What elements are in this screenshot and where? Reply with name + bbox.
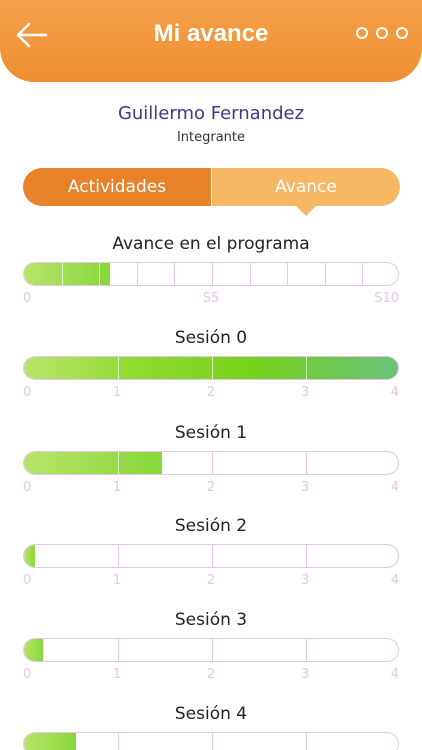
bar-tick: [118, 545, 119, 567]
bar-tick: [212, 733, 213, 750]
progress-fill: [24, 357, 398, 379]
scale-label: 0: [23, 667, 32, 682]
scale-label: 0: [23, 291, 32, 306]
section-title: Avance en el programa: [112, 234, 310, 254]
progress-bar: [23, 544, 399, 568]
scale-label: 2: [206, 480, 216, 495]
bar-tick: [212, 357, 213, 379]
scale-label: S5: [202, 291, 220, 306]
progress-bar: [23, 262, 399, 286]
progress-fill: [24, 452, 163, 474]
tab-bar: Actividades Avance: [23, 168, 400, 216]
bar-tick: [118, 357, 119, 379]
bar-tick: [306, 452, 307, 474]
bar-tick: [324, 263, 326, 285]
scale-label: 4: [390, 667, 399, 682]
user-role: Integrante: [176, 130, 246, 145]
scale-label: 3: [300, 667, 310, 682]
section-title: Sesión 0: [174, 328, 248, 348]
bar-tick: [212, 545, 213, 567]
bar-tick: [99, 263, 101, 285]
scale-label: 4: [390, 573, 399, 588]
app-header: Mi avance: [0, 0, 422, 82]
scale-label: S10: [374, 291, 399, 306]
bar-tick: [362, 263, 364, 285]
bar-tick: [174, 263, 176, 285]
progress-section: Sesión 2 0 1 2 3 4: [0, 516, 422, 588]
scale-label: 3: [300, 480, 310, 495]
bar-tick: [61, 263, 63, 285]
scale-label: 3: [300, 573, 310, 588]
scale-label: 3: [300, 385, 310, 400]
more-options-button[interactable]: [356, 27, 408, 41]
bar-tick: [306, 545, 307, 567]
scale-label: 1: [112, 385, 122, 400]
scale-label: 0: [23, 480, 32, 495]
bar-tick: [212, 639, 213, 661]
bar-tick: [306, 357, 307, 379]
bar-tick: [306, 733, 307, 750]
scale-label: 0: [23, 385, 32, 400]
more-dots-icon: [356, 27, 368, 39]
bar-tick: [287, 263, 289, 285]
scale-label: 4: [390, 480, 399, 495]
bar-tick: [118, 452, 119, 474]
bar-scale-labels: 0 1 2 3 4: [23, 385, 399, 401]
bar-scale-labels: 0 1 2 3 4: [23, 667, 399, 683]
section-title: Sesión 2: [174, 516, 248, 536]
progress-section: Sesión 401234: [0, 704, 422, 750]
progress-fill: [24, 639, 43, 661]
section-title: Sesión 1: [174, 423, 248, 443]
scale-label: 2: [206, 385, 216, 400]
tab-actividades[interactable]: Actividades: [23, 168, 212, 206]
progress-section: Sesión 0 0 1 2 3 4: [0, 328, 422, 400]
more-dots-icon: [396, 27, 408, 39]
section-title: Sesión 4: [174, 704, 248, 724]
scale-label: 1: [112, 480, 122, 495]
scale-label: 0: [23, 573, 32, 588]
scale-label: 4: [390, 385, 399, 400]
scale-label: 2: [206, 667, 216, 682]
tab-avance[interactable]: Avance: [212, 168, 400, 216]
progress-section: Sesión 1 0 1 2 3 4: [0, 423, 422, 495]
scale-label: 2: [206, 573, 216, 588]
bar-scale-labels: 0 1 2 3 4: [23, 573, 399, 589]
bar-tick: [306, 639, 307, 661]
progress-fill: [24, 733, 77, 750]
bar-scale-labels: 0 S5 S10: [23, 291, 399, 307]
bar-tick: [118, 733, 119, 750]
user-name: Guillermo Fernandez: [117, 103, 305, 124]
progress-bar: [23, 356, 399, 380]
more-dots-icon: [376, 27, 388, 39]
progress-fill: [24, 263, 111, 285]
bar-tick: [249, 263, 251, 285]
bar-scale-labels: 0 1 2 3 4: [23, 480, 399, 496]
progress-section: Avance en el programa 0 S5 S10: [0, 234, 422, 306]
section-title: Sesión 3: [174, 610, 248, 630]
scale-label: 1: [112, 667, 122, 682]
progress-bar: [23, 732, 399, 750]
progress-bar: [23, 451, 399, 475]
bar-tick: [212, 452, 213, 474]
progress-fill: [24, 545, 36, 567]
progress-section: Sesión 3 0 1 2 3 4: [0, 610, 422, 682]
scale-label: 1: [112, 573, 122, 588]
bar-tick: [212, 263, 213, 285]
bar-tick: [118, 639, 119, 661]
progress-bar: [23, 638, 399, 662]
bar-tick: [136, 263, 138, 285]
